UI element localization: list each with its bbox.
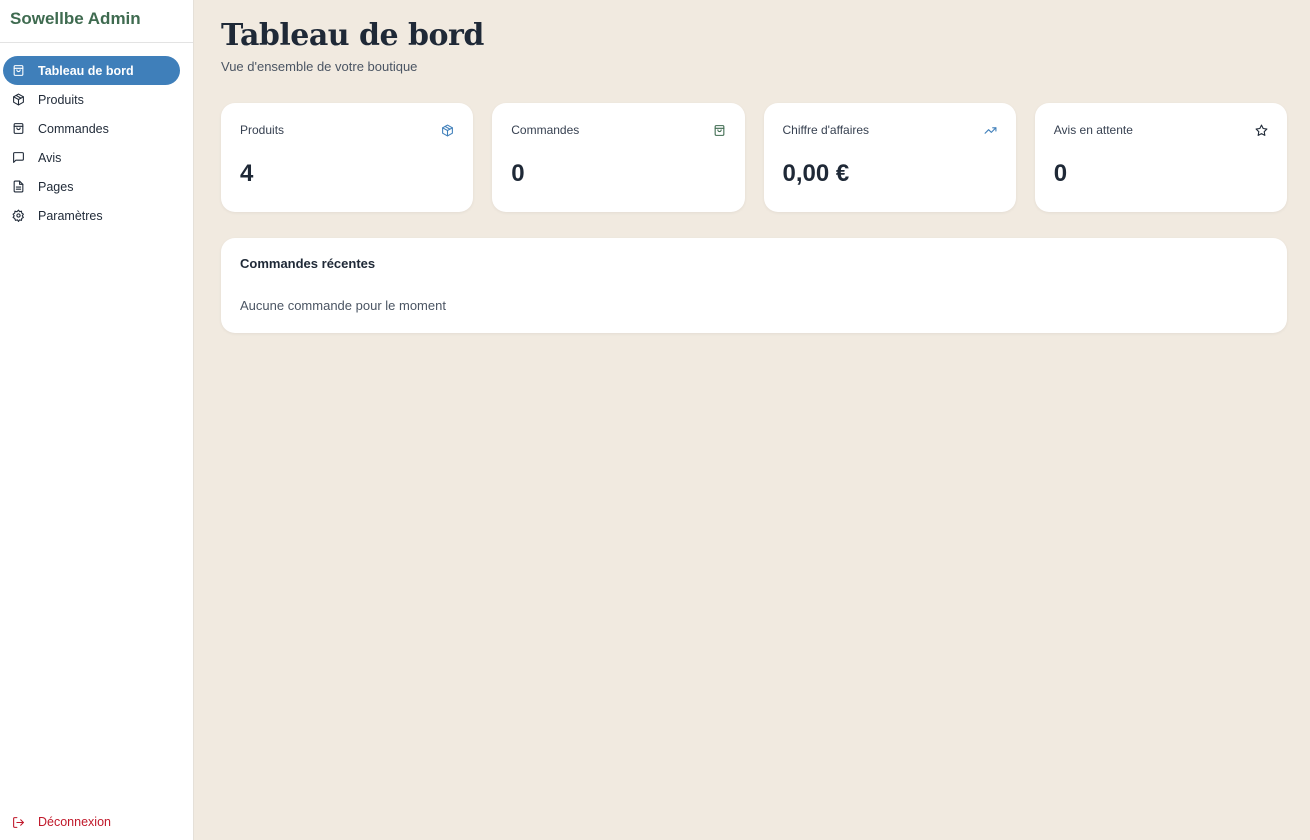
sidebar-item-label: Paramètres bbox=[38, 208, 103, 223]
sidebar-item-label: Avis bbox=[38, 150, 62, 165]
stat-card-label: Commandes bbox=[511, 123, 580, 137]
stat-card-value: 0 bbox=[511, 160, 525, 187]
page-subtitle: Vue d'ensemble de votre boutique bbox=[221, 59, 418, 74]
sidebar-item-products[interactable]: Produits bbox=[3, 85, 180, 114]
shopping-bag-icon bbox=[12, 122, 25, 135]
stat-card-orders: Commandes 0 bbox=[492, 103, 745, 212]
page-title: Tableau de bord bbox=[221, 18, 484, 53]
sidebar-item-label: Commandes bbox=[38, 121, 109, 136]
stat-card-label: Produits bbox=[240, 123, 285, 137]
stat-card-revenue: Chiffre d'affaires 0,00 € bbox=[763, 103, 1016, 212]
main-content: Tableau de bord Vue d'ensemble de votre … bbox=[221, 0, 1287, 333]
trending-up-icon bbox=[984, 124, 997, 137]
sidebar-item-reviews[interactable]: Avis bbox=[3, 143, 180, 172]
shopping-bag-icon bbox=[12, 64, 25, 77]
stat-card-value: 0 bbox=[1053, 160, 1068, 187]
recent-orders-panel: Commandes récentes Aucune commande pour … bbox=[221, 238, 1287, 333]
sidebar-item-label: Tableau de bord bbox=[38, 63, 134, 78]
message-square-icon bbox=[12, 151, 25, 164]
stats-cards: Produits 4 Commandes 0 Chiffre d'affaire… bbox=[221, 103, 1287, 212]
stat-card-products: Produits 4 bbox=[221, 103, 474, 212]
log-out-icon bbox=[12, 816, 25, 829]
settings-gear-icon bbox=[12, 209, 25, 222]
logout-label: Déconnexion bbox=[38, 815, 111, 829]
recent-orders-empty-text: Aucune commande pour le moment bbox=[240, 298, 446, 313]
stat-card-label: Avis en attente bbox=[1053, 123, 1133, 137]
stat-card-value: 4 bbox=[240, 160, 254, 187]
sidebar-item-settings[interactable]: Paramètres bbox=[3, 201, 180, 230]
star-icon bbox=[1255, 124, 1268, 137]
stat-card-pending-reviews: Avis en attente 0 bbox=[1034, 103, 1287, 212]
sidebar: Sowellbe Admin Tableau de bord Produits … bbox=[0, 0, 194, 840]
shopping-bag-icon bbox=[713, 124, 726, 137]
sidebar-item-dashboard[interactable]: Tableau de bord bbox=[3, 56, 180, 85]
sidebar-item-orders[interactable]: Commandes bbox=[3, 114, 180, 143]
file-text-icon bbox=[12, 180, 25, 193]
brand-title: Sowellbe Admin bbox=[0, 0, 193, 43]
recent-orders-title: Commandes récentes bbox=[240, 256, 376, 271]
package-icon bbox=[441, 124, 454, 137]
sidebar-item-pages[interactable]: Pages bbox=[3, 172, 180, 201]
stat-card-value: 0,00 € bbox=[782, 160, 850, 187]
sidebar-item-label: Pages bbox=[38, 179, 74, 194]
logout-button[interactable]: Déconnexion bbox=[3, 810, 111, 834]
package-icon bbox=[12, 93, 25, 106]
stat-card-label: Chiffre d'affaires bbox=[782, 123, 870, 137]
sidebar-item-label: Produits bbox=[38, 92, 84, 107]
sidebar-nav: Tableau de bord Produits Commandes Avis … bbox=[0, 43, 193, 230]
